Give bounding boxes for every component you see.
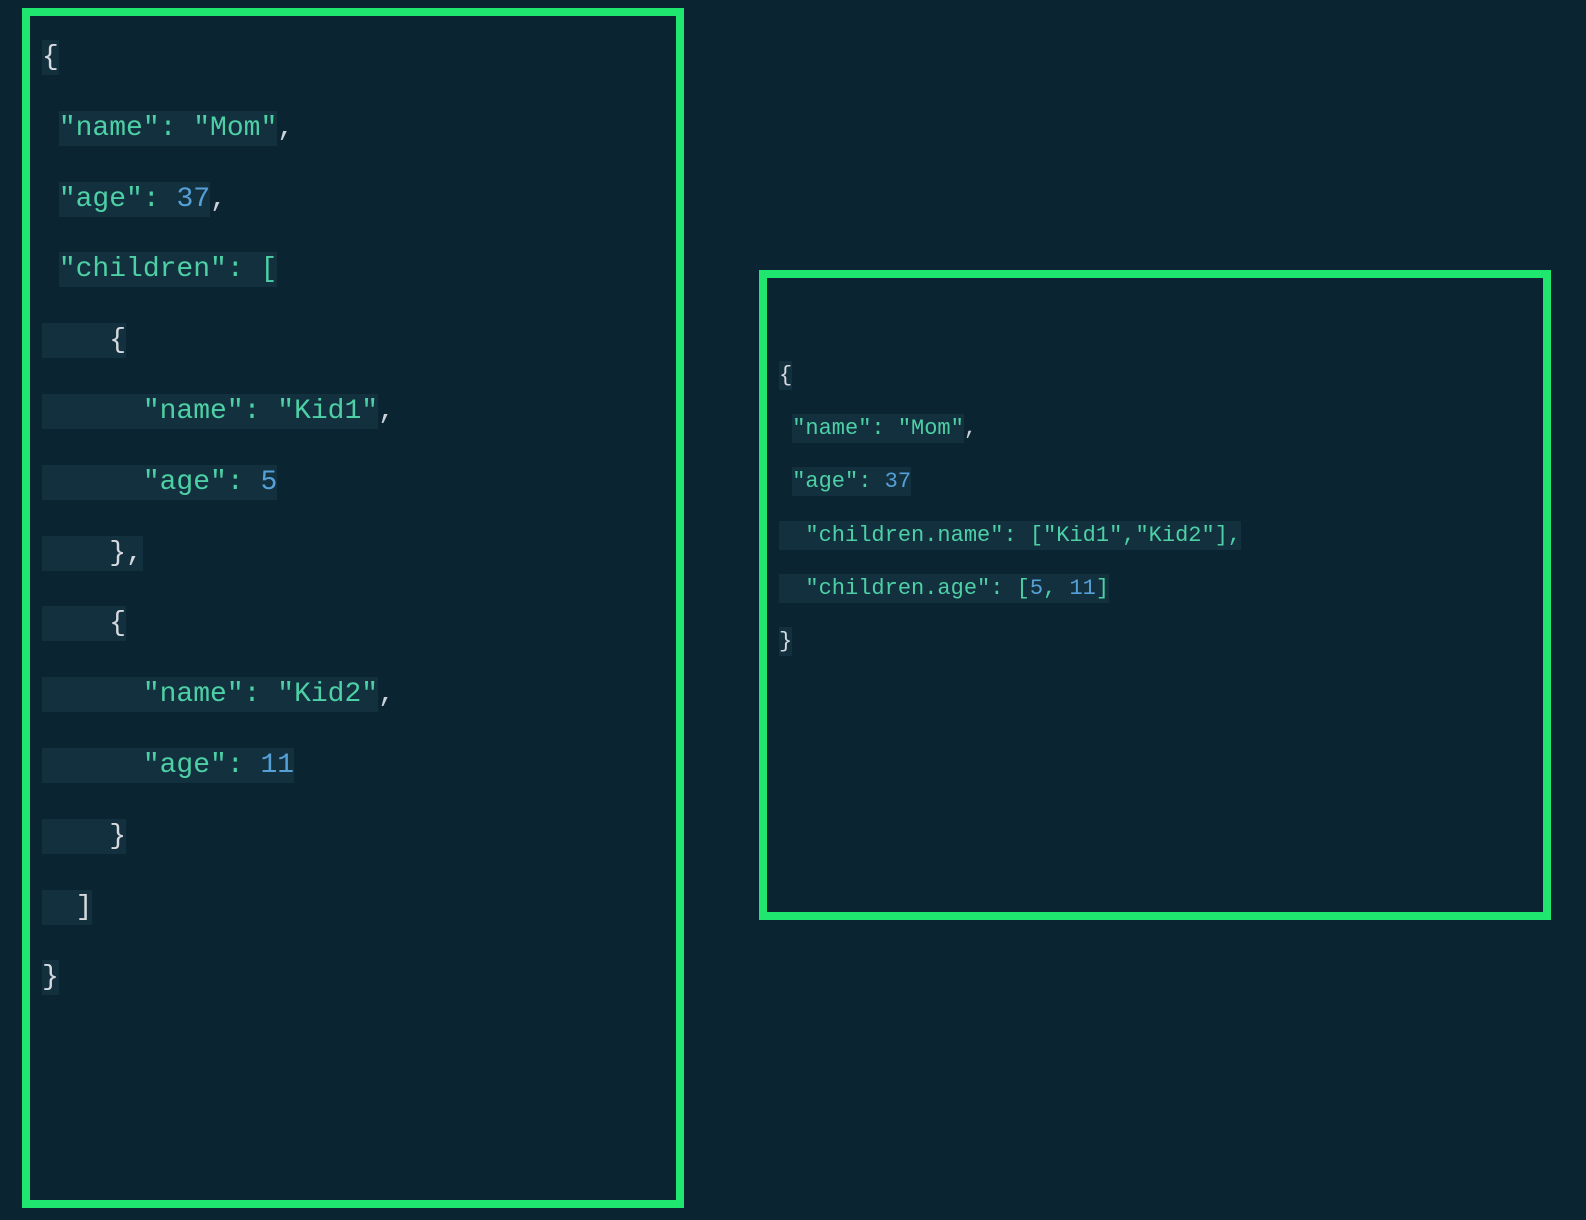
open-brace: { — [42, 606, 126, 641]
code-line: { — [779, 358, 1531, 393]
close-brace: }, — [42, 536, 143, 571]
code-line: } — [42, 815, 664, 860]
json-number: 5 — [260, 465, 277, 500]
json-string: "Kid2" — [1135, 521, 1214, 550]
open-brace: { — [779, 361, 792, 390]
json-key: "age" — [792, 467, 858, 496]
comma: , — [378, 679, 395, 710]
comma: , — [378, 396, 395, 427]
close-brace: } — [42, 819, 126, 854]
open-brace: { — [42, 323, 126, 358]
close-bracket: ] — [1096, 574, 1109, 603]
colon: : — [143, 182, 177, 217]
indent — [779, 521, 805, 550]
colon: : — [871, 414, 897, 443]
code-line: "name": "Mom", — [42, 107, 664, 152]
json-number: 37 — [885, 467, 911, 496]
json-key: "children.name" — [805, 521, 1003, 550]
json-key: "name" — [143, 677, 244, 712]
colon: : — [227, 748, 261, 783]
code-line: "children.age": [5, 11] — [779, 571, 1531, 606]
code-content-right: { "name": "Mom", "age": 37 "children.nam… — [779, 298, 1531, 659]
code-line: { — [42, 319, 664, 364]
comma: , — [964, 416, 977, 441]
close-bracket: ] — [42, 890, 92, 925]
json-key: "name" — [59, 111, 160, 146]
code-line: "age": 37, — [42, 178, 664, 223]
json-key: "name" — [792, 414, 871, 443]
code-line: } — [779, 624, 1531, 659]
json-key: "children.age" — [805, 574, 990, 603]
comma: , — [1043, 574, 1069, 603]
code-line: { — [42, 36, 664, 81]
code-line: { — [42, 602, 664, 647]
json-string: "Kid1" — [1043, 521, 1122, 550]
json-number: 11 — [1069, 574, 1095, 603]
close-brace: } — [42, 960, 59, 995]
json-key: "name" — [143, 394, 244, 429]
colon: : — [858, 467, 884, 496]
json-key: "age" — [143, 748, 227, 783]
indent — [42, 677, 143, 712]
close-bracket: ], — [1215, 521, 1241, 550]
comma: , — [1122, 521, 1135, 550]
comma: , — [277, 113, 294, 144]
code-line: "age": 11 — [42, 744, 664, 789]
comma: , — [210, 184, 227, 215]
colon-bracket: : [ — [1003, 521, 1043, 550]
open-brace: { — [42, 40, 59, 75]
indent — [42, 394, 143, 429]
json-nested-box: { "name": "Mom", "age": 37, "children": … — [22, 8, 684, 1208]
colon: : — [244, 677, 278, 712]
colon: : — [227, 465, 261, 500]
json-flattened-box: { "name": "Mom", "age": 37 "children.nam… — [759, 270, 1551, 920]
code-line: } — [42, 956, 664, 1001]
close-brace: } — [779, 627, 792, 656]
json-number: 11 — [260, 748, 294, 783]
code-line: ] — [42, 886, 664, 931]
colon-bracket: : [ — [227, 252, 277, 287]
json-key: "age" — [59, 182, 143, 217]
json-string: "Kid1" — [277, 394, 378, 429]
code-line: "name": "Mom", — [779, 411, 1531, 446]
json-string: "Mom" — [898, 414, 964, 443]
code-line: "age": 37 — [779, 464, 1531, 499]
json-string: "Kid2" — [277, 677, 378, 712]
colon: : — [244, 394, 278, 429]
json-key: "age" — [143, 465, 227, 500]
code-line: "name": "Kid2", — [42, 673, 664, 718]
code-line: "children": [ — [42, 248, 664, 293]
json-number: 5 — [1030, 574, 1043, 603]
code-line: }, — [42, 532, 664, 577]
colon: : — [160, 111, 194, 146]
colon-bracket: : [ — [990, 574, 1030, 603]
json-key: "children" — [59, 252, 227, 287]
json-string: "Mom" — [193, 111, 277, 146]
indent — [779, 574, 805, 603]
indent — [42, 465, 143, 500]
code-line: "name": "Kid1", — [42, 390, 664, 435]
indent — [42, 748, 143, 783]
code-content-left: { "name": "Mom", "age": 37, "children": … — [42, 36, 664, 1001]
json-number: 37 — [176, 182, 210, 217]
code-line: "age": 5 — [42, 461, 664, 506]
code-line: "children.name": ["Kid1","Kid2"], — [779, 518, 1531, 553]
